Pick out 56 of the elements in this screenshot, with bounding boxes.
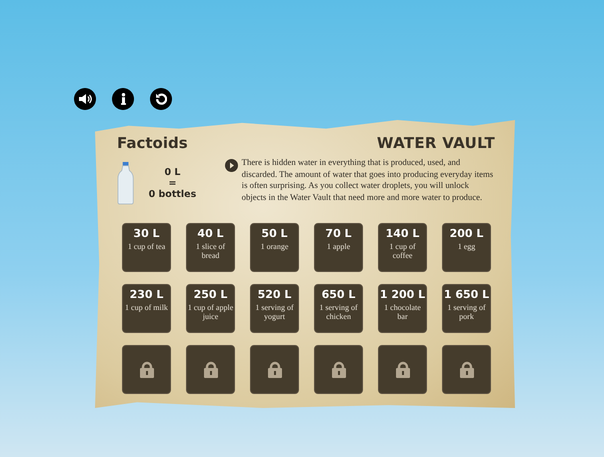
water-amount: 30 L [133,227,160,241]
vault-tile[interactable]: 520 L 1 serving of yogurt [250,284,299,333]
vault-tile[interactable]: 1 200 L 1 chocolate bar [378,284,427,333]
water-amount: 200 L [450,227,484,241]
water-amount: 250 L [194,288,228,302]
vault-tile[interactable]: 70 L 1 apple [314,223,363,272]
item-label: 1 orange [260,242,288,251]
water-bottle-icon [117,161,134,205]
equals-sign: = [168,178,176,189]
restart-icon [154,92,168,106]
item-label: 1 serving of pork [446,303,487,321]
vault-tile[interactable]: 50 L 1 orange [250,223,299,272]
restart-button[interactable] [150,88,172,110]
info-icon [120,93,126,105]
water-amount: 1 200 L [380,288,426,302]
padlock-icon [204,361,218,378]
play-icon[interactable] [224,159,238,172]
item-label: 1 slice of bread [194,242,226,260]
liters-count: 0 L [164,167,180,178]
padlock-icon [140,361,154,378]
padlock-icon [396,361,410,378]
bottles-count: 0 bottles [148,189,196,200]
info-button[interactable] [112,88,134,110]
padlock-icon [268,361,282,378]
vault-tile[interactable]: 650 L 1 serving of chicken [314,284,363,333]
vault-heading: WATER VAULT [376,134,495,152]
item-label: 1 cup of milk [125,303,168,312]
water-amount: 70 L [325,227,352,241]
item-label: 1 apple [326,242,350,251]
item-label: 1 serving of chicken [318,303,359,321]
water-amount: 230 L [130,288,164,302]
vault-tile[interactable]: 230 L 1 cup of milk [122,284,171,333]
sound-button[interactable] [74,88,96,110]
vault-tile[interactable]: 250 L 1 cup of apple juice [186,284,235,333]
padlock-icon [332,361,346,378]
water-amount: 520 L [258,288,292,302]
vault-tile[interactable]: 200 L 1 egg [442,223,491,272]
water-amount: 140 L [386,227,420,241]
vault-tile[interactable]: 40 L 1 slice of bread [186,223,235,272]
water-amount: 1 650 L [444,288,490,302]
item-label: 1 cup of tea [128,242,166,251]
padlock-icon [460,361,474,378]
vault-tile[interactable]: 140 L 1 cup of coffee [378,223,427,272]
water-amount: 40 L [197,227,224,241]
sound-icon [78,94,92,104]
description-text: There is hidden water in everything that is produced, used, and discarded. The amount of water that goes into producing everyday items is often surprising. As you collect water droplets, you will unlock objects in the Water Vault that need more and more water to produce. [242,157,494,204]
water-amount: 50 L [261,227,288,241]
vault-tile[interactable]: 1 650 L 1 serving of pork [442,284,491,333]
item-label: 1 chocolate bar [383,303,422,321]
vault-tile[interactable]: 30 L 1 cup of tea [122,223,171,272]
item-label: 1 cup of apple juice [187,303,234,321]
item-label: 1 egg [458,242,476,251]
section-title: Factoids [117,134,188,152]
item-label: 1 cup of coffee [388,242,417,260]
water-amount: 650 L [322,288,356,302]
item-label: 1 serving of yogurt [254,303,295,321]
